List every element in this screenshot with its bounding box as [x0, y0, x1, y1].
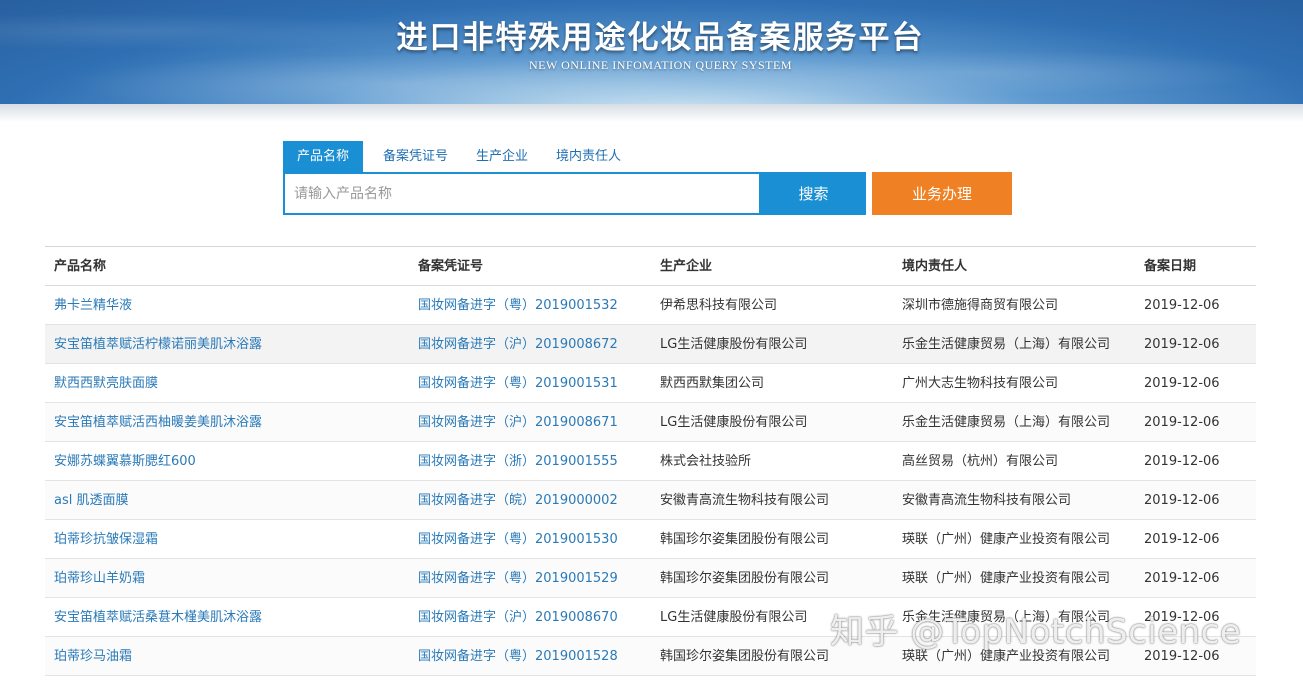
certificate-link[interactable]: 国妆网备进字（粤）2019001528 — [418, 637, 653, 676]
date-cell: 2019-12-06 — [1144, 415, 1220, 430]
certificate-link[interactable]: 国妆网备进字（皖）2019000002 — [418, 481, 653, 520]
manufacturer-cell: 默西西默集团公司 — [660, 376, 765, 391]
agent-cell: 瑛联（广州）健康产业投资有限公司 — [902, 649, 1111, 664]
agent-cell: 瑛联（广州）健康产业投资有限公司 — [902, 532, 1111, 547]
agent-cell: 乐金生活健康贸易（上海）有限公司 — [902, 415, 1111, 430]
date-cell: 2019-12-06 — [1144, 610, 1220, 625]
agent-cell: 高丝贸易（杭州）有限公司 — [902, 454, 1059, 469]
banner-shadow — [0, 104, 1303, 122]
tab-domestic-agent[interactable]: 境内责任人 — [542, 141, 635, 172]
agent-cell: 瑛联（广州）健康产业投资有限公司 — [902, 571, 1111, 586]
search-button[interactable]: 搜索 — [761, 172, 866, 215]
product-name-link[interactable]: 珀蒂珍山羊奶霜 — [54, 559, 409, 598]
certificate-link[interactable]: 国妆网备进字（粤）2019001531 — [418, 364, 653, 403]
certificate-link[interactable]: 国妆网备进字（浙）2019001555 — [418, 442, 653, 481]
certificate-link[interactable]: 国妆网备进字（沪）2019008670 — [418, 598, 653, 637]
product-name-link[interactable]: 弗卡兰精华液 — [54, 286, 409, 325]
agent-cell: 深圳市德施得商贸有限公司 — [902, 298, 1059, 313]
product-name-link[interactable]: asl 肌透面膜 — [54, 481, 409, 520]
column-header-agent: 境内责任人 — [902, 259, 968, 274]
business-button[interactable]: 业务办理 — [872, 172, 1012, 215]
certificate-link[interactable]: 国妆网备进字（沪）2019008672 — [418, 325, 653, 364]
manufacturer-cell: 伊希思科技有限公司 — [660, 298, 778, 313]
table-header: 产品名称 备案凭证号 生产企业 境内责任人 备案日期 — [45, 247, 1256, 286]
site-title: 进口非特殊用途化妆品备案服务平台 — [396, 20, 925, 56]
tab-certificate-number[interactable]: 备案凭证号 — [369, 141, 462, 172]
header-banner: 进口非特殊用途化妆品备案服务平台 NEW ONLINE INFOMATION Q… — [0, 0, 1303, 104]
column-header-product-name: 产品名称 — [54, 259, 107, 274]
search-input[interactable] — [285, 174, 759, 213]
product-name-link[interactable]: 安娜苏蝶翼慕斯腮红600 — [54, 442, 409, 481]
tab-product-name[interactable]: 产品名称 — [283, 141, 364, 172]
date-cell: 2019-12-06 — [1144, 532, 1220, 547]
table-row: 安宝笛植萃赋活桑葚木槿美肌沐浴露 国妆网备进字（沪）2019008670 LG生活健… — [45, 598, 1256, 637]
product-name-link[interactable]: 安宝笛植萃赋活桑葚木槿美肌沐浴露 — [54, 598, 409, 637]
agent-cell: 安徽青高流生物科技有限公司 — [902, 493, 1072, 508]
agent-cell: 广州大志生物科技有限公司 — [902, 376, 1059, 391]
manufacturer-cell: LG生活健康股份有限公司 — [660, 610, 808, 625]
results-table: 产品名称 备案凭证号 生产企业 境内责任人 备案日期 弗卡兰精华液 国妆网备进字（… — [45, 246, 1256, 687]
table-row: 安宝笛植萃赋活西柚暖姜美肌沐浴露 国妆网备进字（沪）2019008671 LG生活健… — [45, 403, 1256, 442]
date-cell: 2019-12-06 — [1144, 493, 1220, 508]
table-row: 珀蒂珍马油霜 国妆网备进字（粤）2019001528 韩国珍尔姿集团股份有限公司 瑛联… — [45, 637, 1256, 676]
table-row: 珀蒂珍山羊奶霜 国妆网备进字（粤）2019001529 韩国珍尔姿集团股份有限公司 瑛… — [45, 559, 1256, 598]
date-cell: 2019-12-06 — [1144, 571, 1220, 586]
date-cell: 2019-12-06 — [1144, 649, 1220, 664]
certificate-link[interactable]: 国妆网备进字（粤）2019001529 — [418, 559, 653, 598]
column-header-date: 备案日期 — [1144, 259, 1197, 274]
manufacturer-cell: LG生活健康股份有限公司 — [660, 415, 808, 430]
table-row: 默西西默亮肤面膜 国妆网备进字（粤）2019001531 默西西默集团公司 广州大志生… — [45, 364, 1256, 403]
table-row: 弗卡兰精华液 国妆网备进字（粤）2019001532 伊希思科技有限公司 深圳市德施得… — [45, 286, 1256, 325]
site-subtitle: NEW ONLINE INFOMATION QUERY SYSTEM — [529, 58, 792, 72]
table-row: 珀蒂珍抗皱保湿霜 国妆网备进字（粤）2019001530 韩国珍尔姿集团股份有限公司… — [45, 520, 1256, 559]
product-name-link[interactable]: 珀蒂珍马油霜 — [54, 637, 409, 676]
date-cell: 2019-12-06 — [1144, 454, 1220, 469]
manufacturer-cell: LG生活健康股份有限公司 — [660, 337, 808, 352]
tab-manufacturer[interactable]: 生产企业 — [462, 141, 542, 172]
certificate-link[interactable]: 国妆网备进字（粤）2019001530 — [418, 520, 653, 559]
agent-cell: 乐金生活健康贸易（上海）有限公司 — [902, 610, 1111, 625]
product-name-link[interactable]: 安宝笛植萃赋活柠檬诺丽美肌沐浴露 — [54, 325, 409, 364]
table-row: 安宝笛植萃赋活柠檬诺丽美肌沐浴露 国妆网备进字（沪）2019008672 LG生活健… — [45, 325, 1256, 364]
date-cell: 2019-12-06 — [1144, 298, 1220, 313]
manufacturer-cell: 韩国珍尔姿集团股份有限公司 — [660, 532, 830, 547]
date-cell: 2019-12-06 — [1144, 337, 1220, 352]
date-cell: 2019-12-06 — [1144, 376, 1220, 391]
product-name-link[interactable]: 珀蒂珍抗皱保湿霜 — [54, 520, 409, 559]
search-box — [283, 172, 761, 215]
table-row: 安娜苏蝶翼慕斯腮红600 国妆网备进字（浙）2019001555 株式会社技验所 高丝… — [45, 442, 1256, 481]
table-body: 弗卡兰精华液 国妆网备进字（粤）2019001532 伊希思科技有限公司 深圳市德施得… — [45, 286, 1256, 676]
column-header-certificate: 备案凭证号 — [418, 259, 484, 274]
manufacturer-cell: 株式会社技验所 — [660, 454, 752, 469]
manufacturer-cell: 安徽青高流生物科技有限公司 — [660, 493, 830, 508]
manufacturer-cell: 韩国珍尔姿集团股份有限公司 — [660, 571, 830, 586]
agent-cell: 乐金生活健康贸易（上海）有限公司 — [902, 337, 1111, 352]
column-header-manufacturer: 生产企业 — [660, 259, 713, 274]
certificate-link[interactable]: 国妆网备进字（沪）2019008671 — [418, 403, 653, 442]
product-name-link[interactable]: 默西西默亮肤面膜 — [54, 364, 409, 403]
search-tabs: 产品名称 备案凭证号 生产企业 境内责任人 — [283, 141, 635, 172]
certificate-link[interactable]: 国妆网备进字（粤）2019001532 — [418, 286, 653, 325]
table-row-partial — [45, 676, 1256, 687]
product-name-link[interactable]: 安宝笛植萃赋活西柚暖姜美肌沐浴露 — [54, 403, 409, 442]
manufacturer-cell: 韩国珍尔姿集团股份有限公司 — [660, 649, 830, 664]
table-row: asl 肌透面膜 国妆网备进字（皖）2019000002 安徽青高流生物科技有限公司… — [45, 481, 1256, 520]
